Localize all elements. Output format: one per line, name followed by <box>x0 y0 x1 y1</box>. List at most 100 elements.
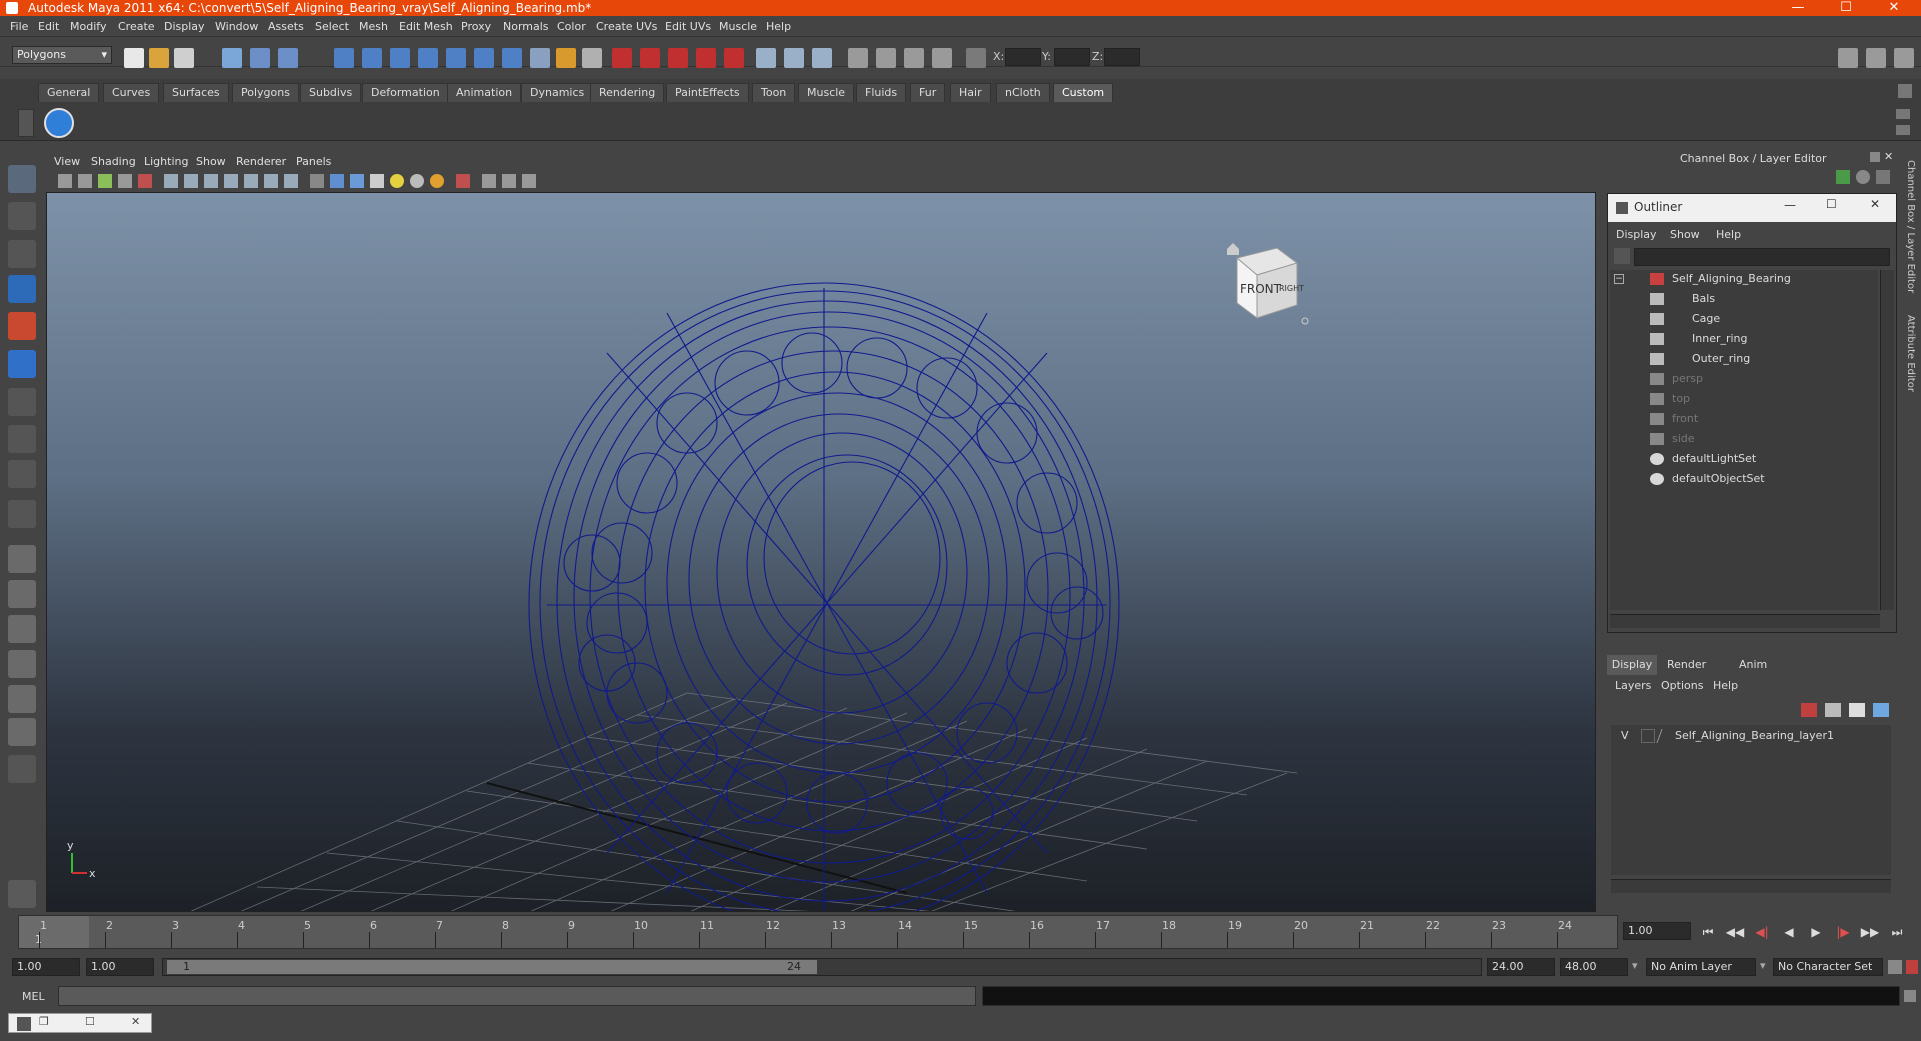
shelf-tab-painteffects[interactable]: PaintEffects <box>666 83 749 102</box>
render-settings-icon[interactable] <box>696 48 716 68</box>
show-manipulator-icon[interactable] <box>8 460 36 488</box>
view-cube-options-icon[interactable] <box>1301 317 1309 325</box>
maximize-icon[interactable]: ☐ <box>1823 0 1869 16</box>
menu-display[interactable]: Display <box>164 20 205 33</box>
animation-start-field[interactable]: 1.00 <box>12 958 80 976</box>
lasso-tool-icon[interactable] <box>8 202 36 230</box>
shelf-options-handle[interactable] <box>18 109 34 137</box>
panel-menu-panels[interactable]: Panels <box>296 155 331 168</box>
gate-mask-icon[interactable] <box>224 174 238 188</box>
menu-help[interactable]: Help <box>766 20 791 33</box>
current-frame-marker[interactable] <box>19 916 89 948</box>
menu-mesh[interactable]: Mesh <box>359 20 388 33</box>
auto-key-icon[interactable] <box>1888 960 1902 974</box>
outliner-close-icon[interactable]: ✕ <box>1870 197 1880 211</box>
shelf-tab-toon[interactable]: Toon <box>752 83 796 102</box>
toggle-tool-settings-icon[interactable] <box>1866 48 1886 68</box>
film-gate-icon[interactable] <box>184 174 198 188</box>
outliner-filter-icon[interactable] <box>1614 248 1630 264</box>
layer-name[interactable]: Self_Aligning_Bearing_layer1 <box>1675 729 1834 742</box>
anim-layer-selector[interactable]: No Anim Layer <box>1646 958 1756 976</box>
persp-outliner-layout-icon[interactable] <box>8 615 36 643</box>
camera-bookmark-icon[interactable] <box>78 174 92 188</box>
default-lighting-icon[interactable] <box>390 174 404 188</box>
construction-history-icon[interactable] <box>556 48 576 68</box>
select-object-icon[interactable] <box>250 48 270 68</box>
play-forwards-icon[interactable]: ▶ <box>1806 925 1826 941</box>
menu-create-uvs[interactable]: Create UVs <box>596 20 657 33</box>
snap-view-icon[interactable] <box>418 48 438 68</box>
xray-icon[interactable] <box>482 174 496 188</box>
four-view-layout-icon[interactable] <box>8 580 36 608</box>
xray-joints-icon[interactable] <box>502 174 516 188</box>
snap-grid-icon[interactable] <box>334 48 354 68</box>
isolate-select-icon[interactable] <box>456 174 470 188</box>
wireframe-on-shaded-icon[interactable] <box>350 174 364 188</box>
mel-label[interactable]: MEL <box>22 990 45 1003</box>
outliner-maximize-icon[interactable]: ☐ <box>1826 197 1837 211</box>
new-layer-icon[interactable] <box>1849 703 1865 717</box>
shelf-tab-deformation[interactable]: Deformation <box>362 83 449 102</box>
snap-surface-icon[interactable] <box>446 48 466 68</box>
wireframe-mode-icon[interactable] <box>310 174 324 188</box>
step-back-key-icon[interactable]: ◀| <box>1752 925 1772 941</box>
layer-tab-display[interactable]: Display <box>1607 655 1657 675</box>
animation-end-field[interactable]: 48.00 <box>1560 958 1628 976</box>
universal-manipulator-icon[interactable] <box>8 388 36 416</box>
panel-menu-lighting[interactable]: Lighting <box>144 155 188 168</box>
menu-select[interactable]: Select <box>315 20 349 33</box>
textured-icon[interactable] <box>370 174 384 188</box>
select-tool-icon[interactable] <box>8 165 36 193</box>
menu-muscle[interactable]: Muscle <box>719 20 757 33</box>
menu-proxy[interactable]: Proxy <box>461 20 491 33</box>
close-icon[interactable]: ✕ <box>1871 0 1917 16</box>
chevron-down-icon[interactable]: ▾ <box>1632 959 1638 972</box>
show-channel-box-icon[interactable] <box>812 48 832 68</box>
maximize-icon-2[interactable]: ☐ <box>85 1015 95 1028</box>
shelf-tab-subdivs[interactable]: Subdivs <box>300 83 362 102</box>
menu-edit[interactable]: Edit <box>38 20 59 33</box>
character-set-selector[interactable]: No Character Set <box>1773 958 1883 976</box>
time-slider-track[interactable]: 1 12345678910111213141516171819202122232… <box>18 915 1618 949</box>
soft-modification-icon[interactable] <box>8 425 36 453</box>
home-icon[interactable] <box>1227 243 1239 255</box>
shelf-tab-surfaces[interactable]: Surfaces <box>163 83 229 102</box>
xray-active-components-icon[interactable] <box>522 174 536 188</box>
close-icon-2[interactable]: ✕ <box>131 1015 140 1028</box>
shelf-tab-animation[interactable]: Animation <box>447 83 522 102</box>
playback-end-field[interactable]: 24.00 <box>1487 958 1555 976</box>
current-time-field[interactable]: 1.00 <box>1623 922 1691 940</box>
menu-normals[interactable]: Normals <box>503 20 549 33</box>
x-field[interactable] <box>1005 48 1041 66</box>
outliner-horizontal-scrollbar[interactable] <box>1610 614 1880 628</box>
shelf-tab-general[interactable]: General <box>38 83 100 102</box>
minimized-window[interactable]: ❐ ☐ ✕ <box>8 1013 152 1033</box>
playback-start-field[interactable]: 1.00 <box>86 958 154 976</box>
channel-box-pin-icon[interactable] <box>1876 170 1890 184</box>
render-region-icon[interactable] <box>582 48 602 68</box>
hypershade-layout-icon[interactable] <box>8 718 36 746</box>
safe-action-icon[interactable] <box>264 174 278 188</box>
shelf-tab-curves[interactable]: Curves <box>103 83 160 102</box>
collapse-toggle-icon[interactable]: − <box>1614 274 1624 284</box>
shelf-tab-rendering[interactable]: Rendering <box>590 83 665 102</box>
shelf-tab-custom[interactable]: Custom <box>1053 83 1114 102</box>
custom-layout-icon[interactable] <box>8 755 36 783</box>
menu-assets[interactable]: Assets <box>268 20 304 33</box>
open-scene-icon[interactable] <box>149 48 169 68</box>
grease-pencil-icon[interactable] <box>138 174 152 188</box>
script-editor-icon[interactable] <box>1904 990 1916 1002</box>
shadows-icon[interactable] <box>410 174 424 188</box>
shelf-menu-icon[interactable] <box>1898 84 1912 98</box>
shelf-scroll-down-icon[interactable] <box>1896 125 1910 135</box>
outliner-search-input[interactable] <box>1634 248 1890 266</box>
layer-menu-layers[interactable]: Layers <box>1615 679 1651 692</box>
shelf-tab-muscle[interactable]: Muscle <box>798 83 855 102</box>
snap-curve-icon[interactable] <box>362 48 382 68</box>
channel-box-sphere-icon[interactable] <box>1856 170 1870 184</box>
safe-title-icon[interactable] <box>284 174 298 188</box>
menu-color[interactable]: Color <box>557 20 586 33</box>
layer-menu-options[interactable]: Options <box>1661 679 1703 692</box>
panel-menu-view[interactable]: View <box>54 155 80 168</box>
mode-selector[interactable]: Polygons ▾ <box>12 46 112 64</box>
